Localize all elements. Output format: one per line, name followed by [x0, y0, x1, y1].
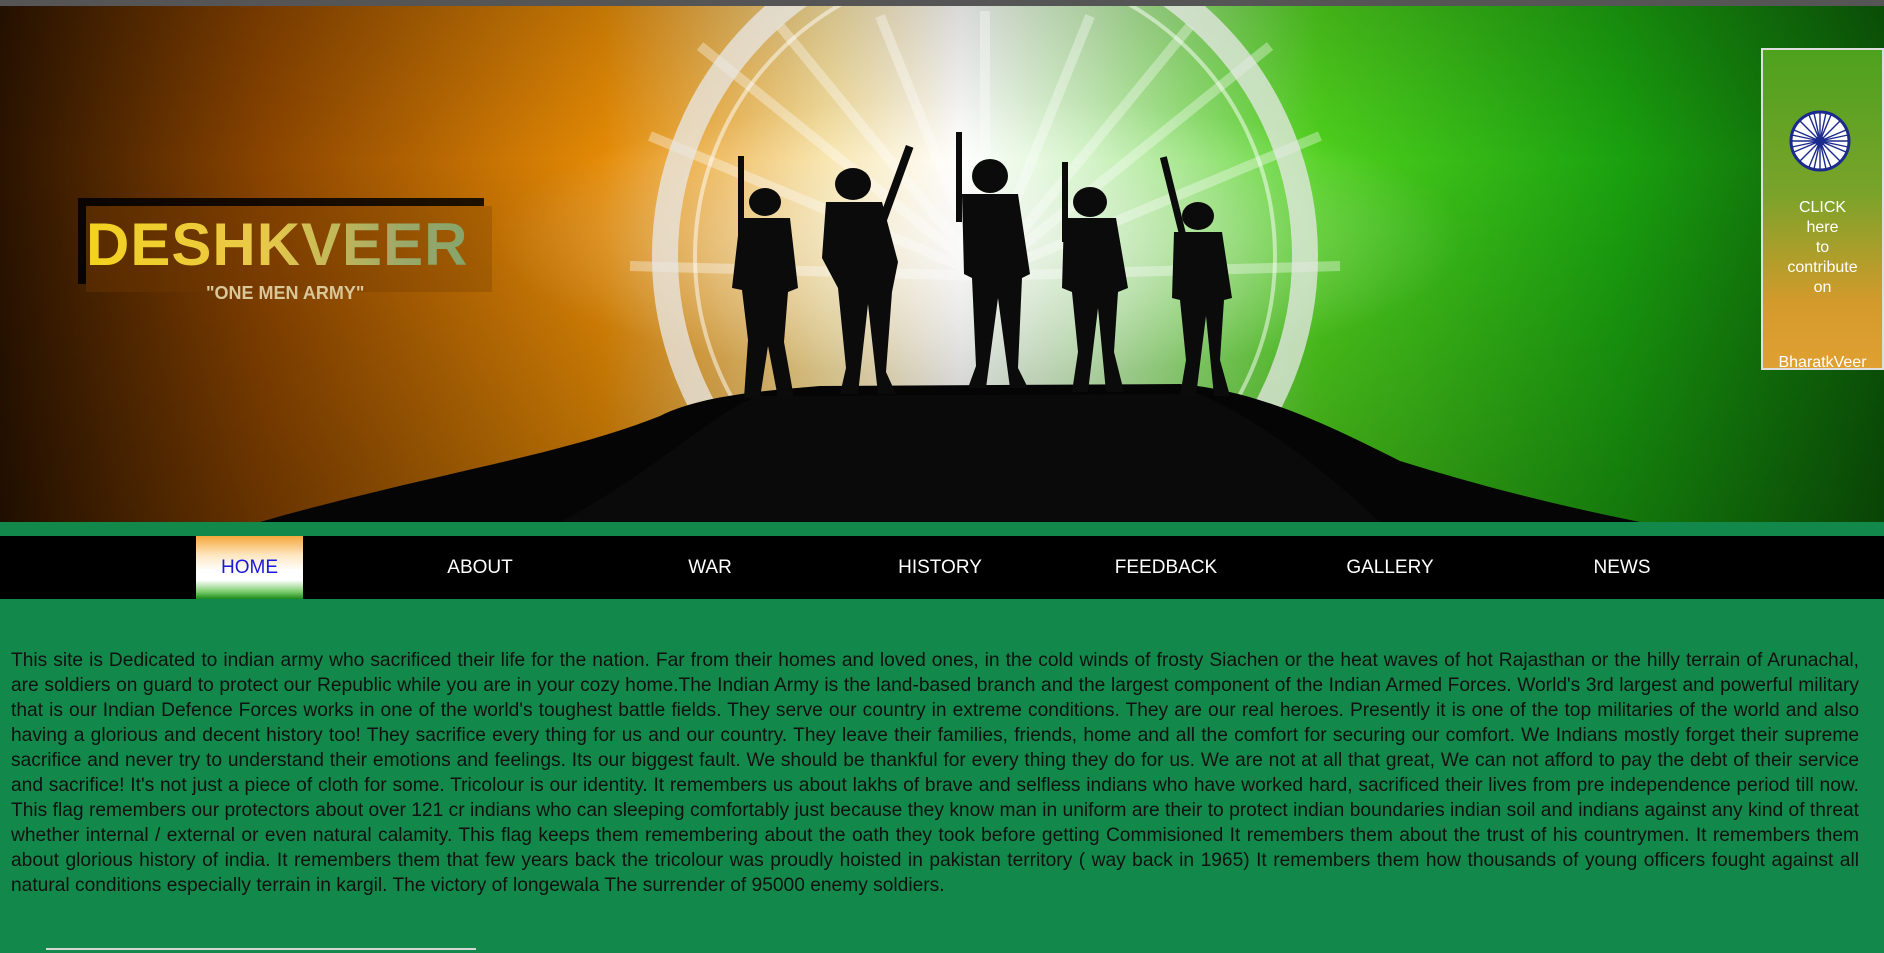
intro-paragraph: This site is Dedicated to indian army wh…: [11, 650, 1859, 896]
soldier-figures: [732, 132, 1232, 398]
contribute-brand: BharatkVeer: [1778, 354, 1867, 371]
contribute-button[interactable]: CLICK here to contribute on BharatkVeer: [1761, 48, 1884, 371]
contribute-text: CLICK here to contribute on: [1763, 198, 1882, 298]
contribute-line: on: [1813, 279, 1832, 296]
ashoka-chakra-icon: [1789, 110, 1851, 172]
nav-news[interactable]: NEWS: [1562, 536, 1682, 599]
nav-war[interactable]: WAR: [650, 536, 770, 599]
contribute-line: to: [1815, 239, 1830, 256]
footer-divider: [46, 948, 476, 950]
nav-top-strip: [0, 522, 1884, 536]
nav-gallery[interactable]: GALLERY: [1330, 536, 1450, 599]
contribute-line: here: [1806, 219, 1839, 236]
contribute-line: contribute: [1787, 259, 1858, 276]
nav-feedback[interactable]: FEEDBACK: [1100, 536, 1232, 599]
nav-home[interactable]: HOME: [196, 536, 303, 599]
nav-history[interactable]: HISTORY: [880, 536, 1000, 599]
contribute-line: CLICK: [1798, 199, 1847, 216]
nav-about[interactable]: ABOUT: [420, 536, 540, 599]
site-tagline: "ONE MEN ARMY": [206, 283, 365, 303]
header-banner: DESHKVEER "ONE MEN ARMY" CLICK here to c…: [0, 6, 1884, 522]
main-nav: HOME ABOUT WAR HISTORY FEEDBACK GALLERY …: [0, 536, 1884, 599]
site-logo-title: DESHKVEER: [86, 210, 486, 279]
